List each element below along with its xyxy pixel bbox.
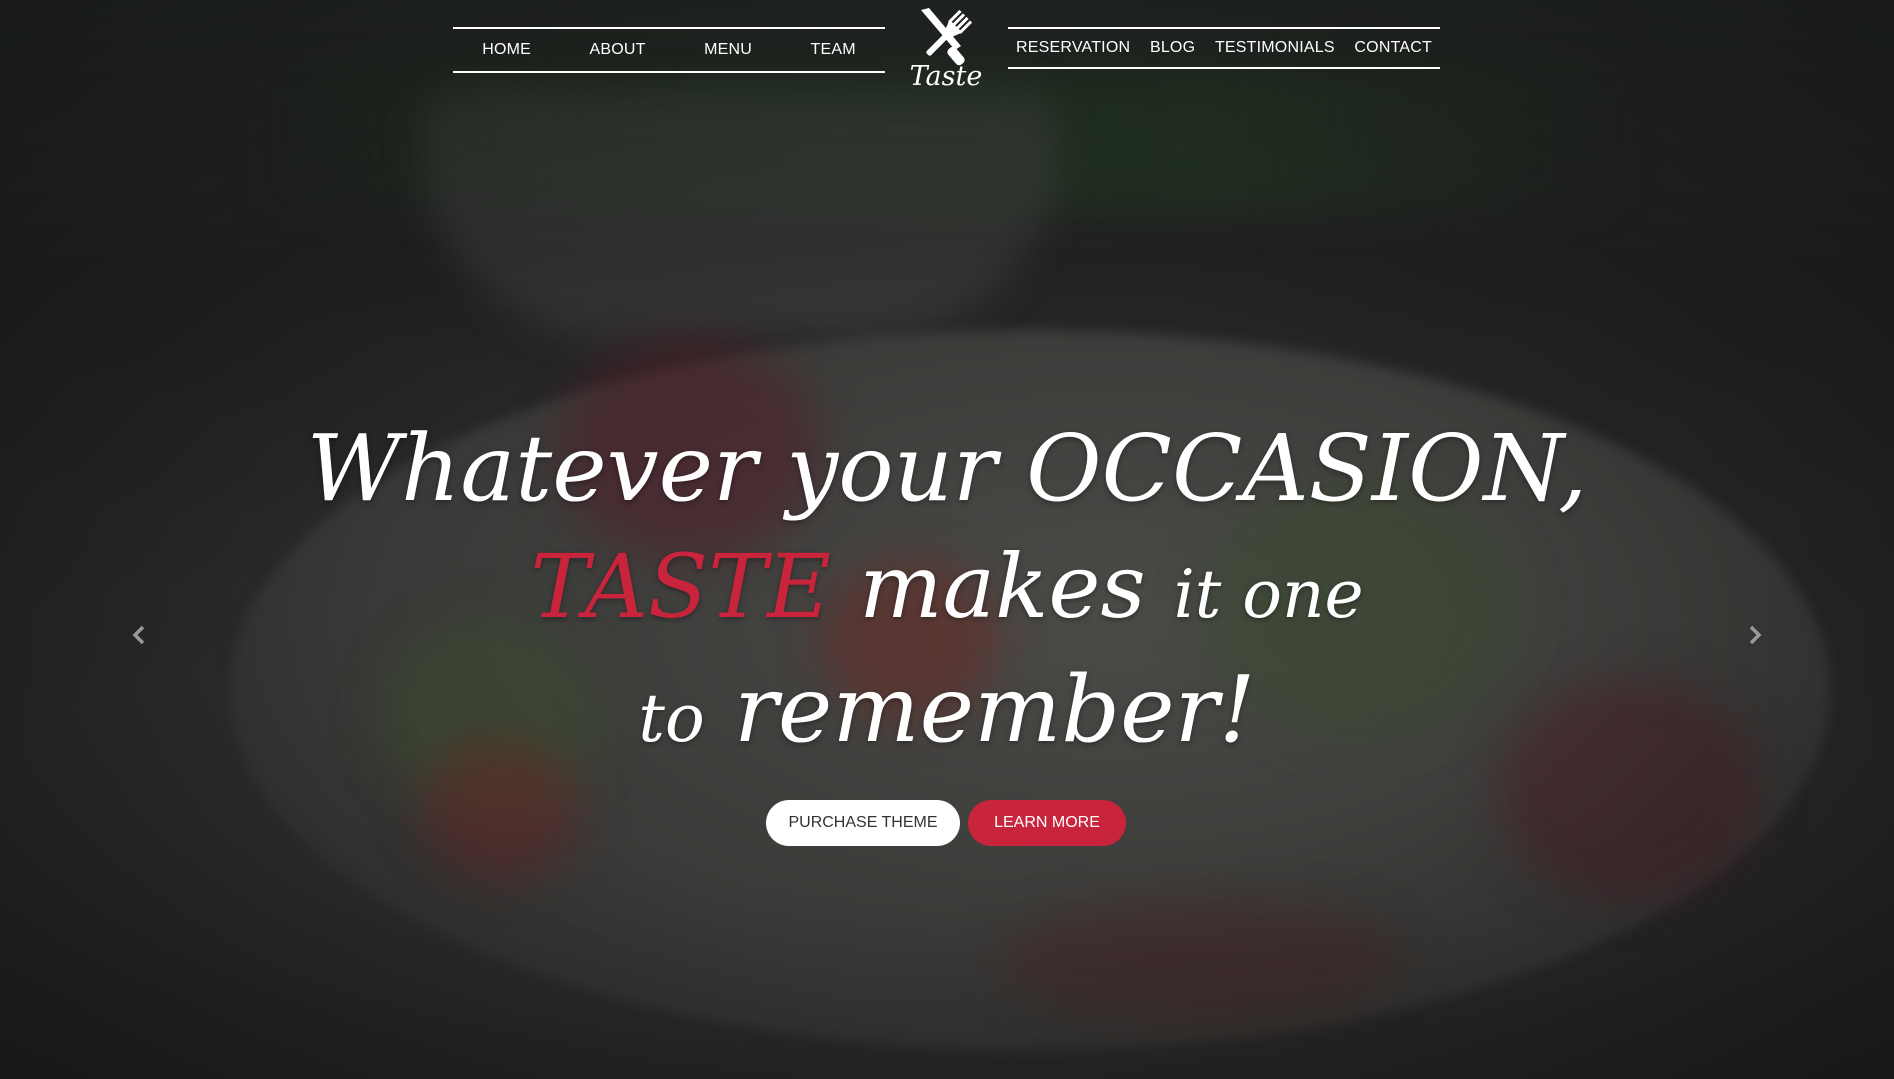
chevron-left-icon <box>132 625 145 645</box>
nav-item-reservation[interactable]: RESERVATION <box>1016 39 1130 57</box>
nav-item-about[interactable]: ABOUT <box>590 41 646 59</box>
nav-right: RESERVATION BLOG TESTIMONIALS CONTACT <box>1008 27 1440 69</box>
nav-item-home[interactable]: HOME <box>482 41 531 59</box>
headline-remember: remember! <box>733 656 1256 763</box>
headline-to: to <box>638 680 705 757</box>
logo-text: Taste <box>909 61 983 92</box>
hero-section: HOME ABOUT MENU TEAM Taste RESERVATION B… <box>0 0 1894 1079</box>
headline-brand-accent: TASTE <box>530 535 832 638</box>
nav-left: HOME ABOUT MENU TEAM <box>453 27 885 73</box>
nav-item-team[interactable]: TEAM <box>811 41 856 59</box>
nav-item-menu[interactable]: MENU <box>704 41 752 59</box>
carousel-prev-button[interactable] <box>124 620 154 650</box>
headline-line-2: TASTE makes it one <box>247 528 1647 654</box>
learn-more-button[interactable]: LEARN MORE <box>968 800 1126 846</box>
hero-headline: Whatever your OCCASION, TASTE makes it o… <box>247 410 1647 775</box>
headline-line-3: to remember! <box>247 654 1647 775</box>
nav-item-blog[interactable]: BLOG <box>1150 39 1195 57</box>
nav-item-contact[interactable]: CONTACT <box>1354 39 1432 57</box>
nav-item-testimonials[interactable]: TESTIMONIALS <box>1215 39 1335 57</box>
headline-makes: makes <box>859 535 1146 638</box>
fork-knife-icon <box>921 8 973 66</box>
chevron-right-icon <box>1749 625 1762 645</box>
headline-it-one: it one <box>1173 556 1364 633</box>
purchase-theme-button[interactable]: PURCHASE THEME <box>766 800 960 846</box>
logo[interactable]: Taste <box>905 6 987 94</box>
carousel-next-button[interactable] <box>1740 620 1770 650</box>
headline-line-1: Whatever your OCCASION, <box>306 415 1588 522</box>
